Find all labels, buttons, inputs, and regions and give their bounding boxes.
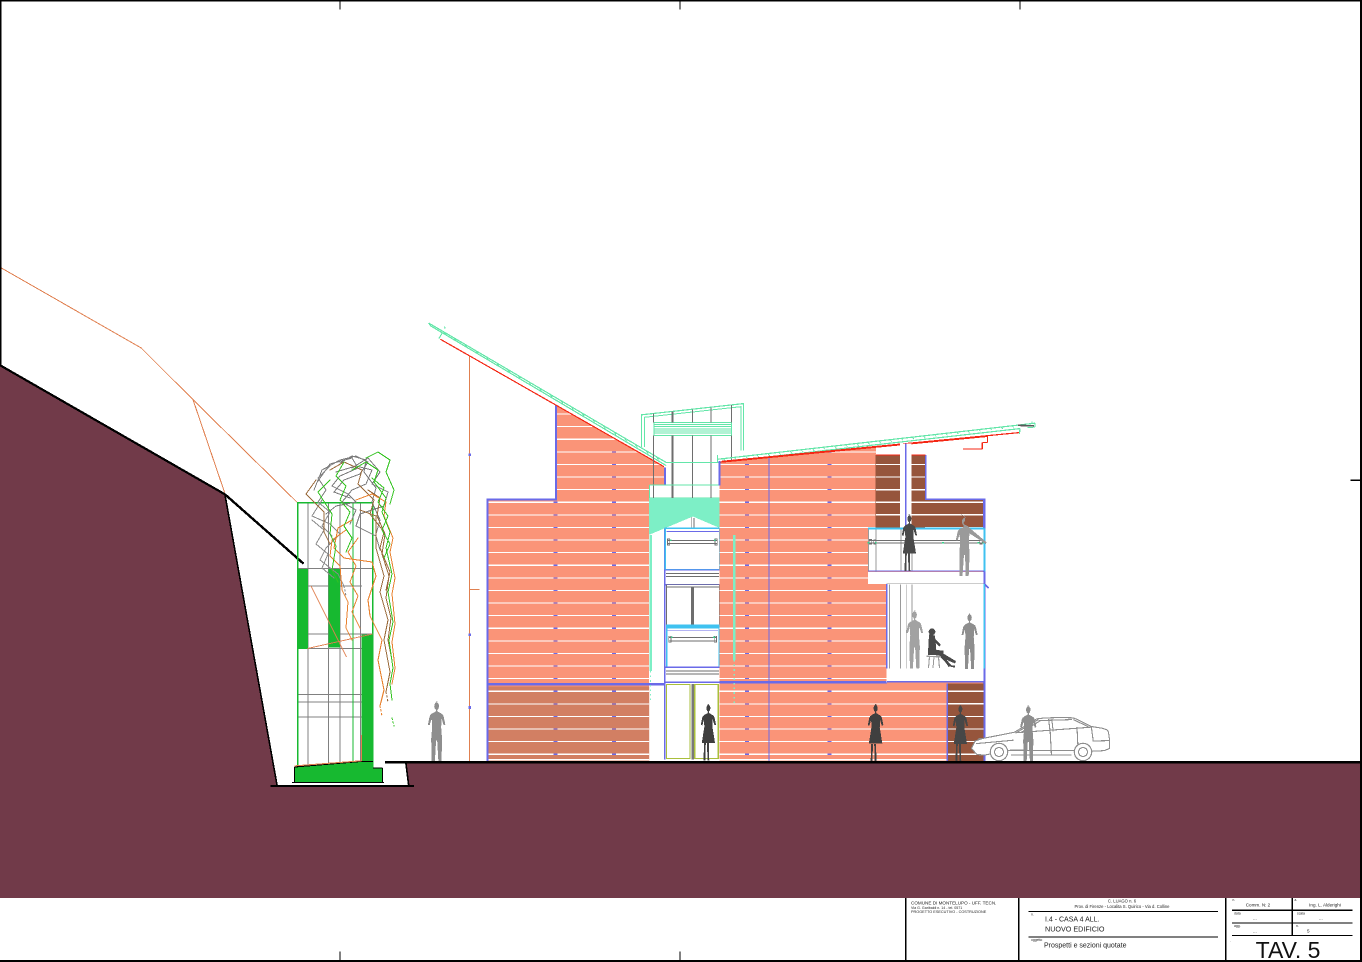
svg-text:n.: n. bbox=[1031, 913, 1034, 917]
svg-text:Ing. L. Alderighi: Ing. L. Alderighi bbox=[1309, 903, 1341, 908]
svg-text:5: 5 bbox=[1307, 929, 1310, 934]
svg-text:data: data bbox=[1234, 912, 1241, 916]
svg-text:scala: scala bbox=[1297, 912, 1305, 916]
svg-text:PROGETTO ESECUTIVO - COSTRUZIO: PROGETTO ESECUTIVO - COSTRUZIONE bbox=[911, 910, 987, 914]
svg-text:...: ... bbox=[1253, 916, 1257, 921]
svg-text:I.4 - CASA 4 ALL.: I.4 - CASA 4 ALL. bbox=[1045, 917, 1100, 924]
svg-text:n.: n. bbox=[1233, 898, 1236, 902]
svg-text:n.: n. bbox=[1296, 924, 1299, 928]
svg-text:...: ... bbox=[1253, 929, 1257, 934]
svg-text:C. LUAGO n. 6: C. LUAGO n. 6 bbox=[1108, 899, 1137, 904]
svg-text:oggetto: oggetto bbox=[1031, 938, 1042, 942]
svg-text:...: ... bbox=[1319, 916, 1323, 921]
svg-text:Prov. di Firenze - Localita S.: Prov. di Firenze - Localita S. Quirico -… bbox=[1074, 904, 1170, 909]
svg-text:TAV. 5: TAV. 5 bbox=[1256, 937, 1321, 962]
svg-text:COMUNE DI MONTELUPO - UFF. TEC: COMUNE DI MONTELUPO - UFF. TECN. bbox=[911, 901, 996, 906]
svg-text:.: . bbox=[1230, 939, 1231, 943]
svg-text:Comm. N: 2: Comm. N: 2 bbox=[1246, 903, 1271, 908]
svg-text:NUOVO EDIFICIO: NUOVO EDIFICIO bbox=[1045, 925, 1105, 934]
svg-text:agg.: agg. bbox=[1234, 924, 1241, 928]
svg-text:a.: a. bbox=[1295, 898, 1298, 902]
svg-text:Prospetti e sezioni quotate: Prospetti e sezioni quotate bbox=[1044, 943, 1127, 950]
